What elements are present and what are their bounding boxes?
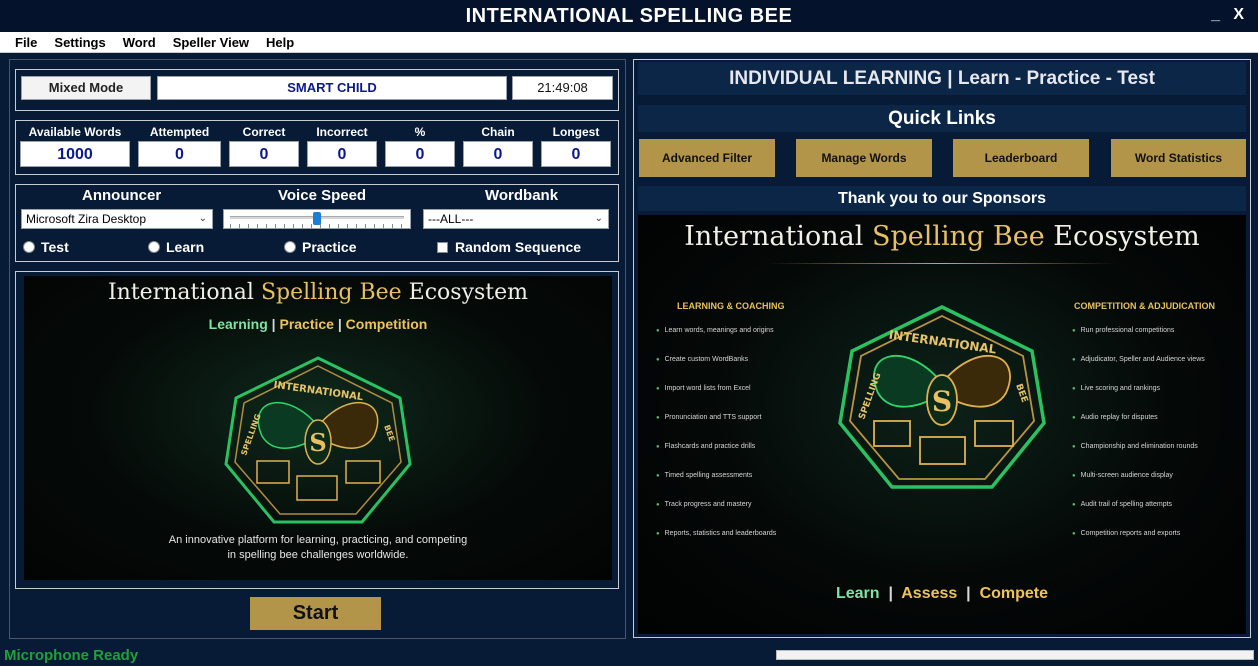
checkbox-icon (437, 241, 448, 253)
emblem-right: BEE (1013, 383, 1029, 404)
sponsor-separator: | (961, 585, 976, 602)
radio-practice-label: Practice (302, 239, 357, 255)
radio-test-label: Test (41, 239, 69, 255)
announcer-label: Announcer (82, 187, 162, 204)
wordbank-value: ---ALL--- (428, 212, 474, 226)
chevron-down-icon: ⌄ (198, 213, 207, 224)
menu-file[interactable]: File (15, 35, 37, 50)
stat-label: Correct (242, 125, 286, 139)
leaderboard-button[interactable]: Leaderboard (953, 139, 1089, 177)
emblem-center: S (309, 428, 326, 457)
main-area: Mixed Mode SMART CHILD 21:49:08 Availabl… (0, 54, 1258, 666)
voice-panel: Announcer Voice Speed Wordbank Microsoft… (15, 184, 619, 262)
stat-label: Longest (552, 125, 600, 139)
sponsor-separator: | (884, 585, 898, 602)
radio-learn[interactable]: Learn (148, 239, 204, 255)
sponsor-tag: Learn (835, 585, 880, 602)
stat-value: 0 (385, 141, 455, 167)
menu-help[interactable]: Help (266, 35, 294, 50)
stat-correct: Correct 0 (229, 125, 299, 167)
status-text: Microphone Ready (4, 647, 139, 664)
status-progress-bar (776, 650, 1254, 660)
stat-label: Available Words (28, 125, 122, 139)
menu-word[interactable]: Word (123, 35, 156, 50)
sponsors-heading: Thank you to our Sponsors (638, 186, 1246, 211)
session-panel: Mixed Mode SMART CHILD 21:49:08 (15, 69, 619, 111)
right-column: INDIVIDUAL LEARNING | Learn - Practice -… (633, 59, 1251, 638)
emblem-right: BEE (382, 424, 396, 443)
clock: 21:49:08 (512, 76, 613, 100)
bee-emblem-icon: S INTERNATIONAL SPELLING BEE (838, 305, 1046, 489)
quick-links-heading: Quick Links (638, 105, 1246, 132)
menu-speller-view[interactable]: Speller View (173, 35, 249, 50)
random-sequence-label: Random Sequence (455, 239, 582, 255)
stat-chain: Chain 0 (463, 125, 533, 167)
close-button[interactable]: X (1233, 6, 1244, 24)
wordbank-select[interactable]: ---ALL--- ⌄ (423, 209, 609, 229)
banner-desc-line: in spelling bee challenges worldwide. (227, 549, 409, 561)
radio-icon (23, 241, 35, 253)
banner-description: An innovative platform for learning, pra… (24, 533, 612, 563)
stat-value: 0 (541, 141, 611, 167)
sponsor-ecosystem-image: International Spelling Bee Ecosystem LEA… (638, 215, 1246, 634)
speller-name: SMART CHILD (157, 76, 507, 100)
voice-speed-slider[interactable] (223, 209, 411, 229)
announcer-value: Microsoft Zira Desktop (26, 212, 147, 226)
emblem-center: S (932, 385, 952, 418)
radio-test[interactable]: Test (23, 239, 69, 255)
mode-label: Mixed Mode (21, 76, 151, 100)
stat-incorrect: Incorrect 0 (307, 125, 377, 167)
stat-label: % (414, 125, 426, 139)
stat-value: 0 (463, 141, 533, 167)
radio-icon (148, 241, 160, 253)
wordbank-label: Wordbank (485, 187, 559, 204)
banner-desc-line: An innovative platform for learning, pra… (168, 534, 468, 546)
stat-label: Incorrect (316, 125, 368, 139)
announcer-select[interactable]: Microsoft Zira Desktop ⌄ (21, 209, 213, 229)
app-title: INTERNATIONAL SPELLING BEE (465, 5, 793, 27)
emblem-top: INTERNATIONAL (888, 328, 998, 357)
minimize-button[interactable]: _ (1211, 6, 1220, 24)
word-statistics-button[interactable]: Word Statistics (1111, 139, 1246, 177)
stat-value: 0 (229, 141, 299, 167)
menu-settings[interactable]: Settings (54, 35, 105, 50)
banner-panel: International Spelling Bee Ecosystem Lea… (15, 271, 619, 589)
stat-value: 0 (307, 141, 377, 167)
radio-practice[interactable]: Practice (284, 239, 356, 255)
stats-panel: Available Words 1000 Attempted 0 Correct… (15, 120, 619, 175)
stat-available-words: Available Words 1000 (20, 125, 130, 167)
emblem-left: SPELLING (239, 413, 262, 457)
stat-label: Chain (481, 125, 515, 139)
manage-words-button[interactable]: Manage Words (796, 139, 932, 177)
app-window: INTERNATIONAL SPELLING BEE _ X File Sett… (0, 0, 1258, 666)
stat-percent: % 0 (385, 125, 455, 167)
sponsor-tagline: Learn | Assess | Compete (638, 585, 1246, 603)
slider-ticks (230, 224, 404, 228)
stat-value: 1000 (20, 141, 130, 167)
stat-value: 0 (138, 141, 221, 167)
random-sequence-checkbox[interactable]: Random Sequence (437, 239, 581, 255)
advanced-filter-button[interactable]: Advanced Filter (639, 139, 775, 177)
stat-longest: Longest 0 (541, 125, 611, 167)
radio-icon (284, 241, 296, 253)
emblem-top: INTERNATIONAL (273, 380, 365, 404)
voice-speed-label: Voice Speed (278, 187, 367, 204)
left-column: Mixed Mode SMART CHILD 21:49:08 Availabl… (9, 59, 626, 639)
title-bar: INTERNATIONAL SPELLING BEE _ X (0, 0, 1258, 32)
sponsor-tag: Compete (979, 585, 1049, 602)
stat-attempted: Attempted 0 (138, 125, 221, 167)
stat-label: Attempted (149, 125, 210, 139)
menu-bar: File Settings Word Speller View Help (0, 32, 1258, 53)
start-button[interactable]: Start (250, 597, 381, 630)
sponsor-tag: Assess (901, 585, 958, 602)
learning-heading: INDIVIDUAL LEARNING | Learn - Practice -… (638, 62, 1246, 95)
chevron-down-icon: ⌄ (594, 213, 603, 224)
radio-learn-label: Learn (166, 239, 205, 255)
ecosystem-banner-image: International Spelling Bee Ecosystem Lea… (24, 276, 612, 580)
